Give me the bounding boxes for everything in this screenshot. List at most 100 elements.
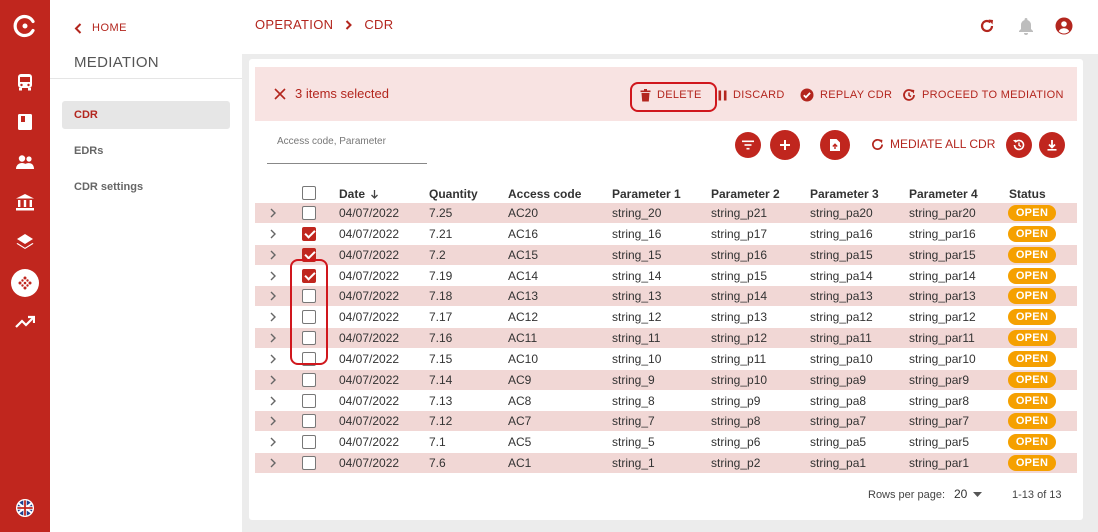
search-field[interactable] bbox=[267, 131, 427, 164]
rows-per-page-select[interactable]: 20 bbox=[954, 487, 983, 501]
table-row[interactable]: 04/07/2022 7.2 AC15 string_15 string_p16 stri… bbox=[255, 244, 1077, 266]
expand-chevron-icon[interactable] bbox=[268, 353, 278, 365]
sidebar-item-label: CDR bbox=[74, 109, 98, 121]
column-parameter-1[interactable]: Parameter 1 bbox=[612, 187, 681, 201]
table-row[interactable]: 04/07/2022 7.14 AC9 string_9 string_p10 strin… bbox=[255, 369, 1077, 391]
row-checkbox[interactable] bbox=[302, 393, 316, 408]
cell-parameter-1: string_13 bbox=[612, 289, 662, 304]
top-header: OPERATION CDR bbox=[242, 0, 1098, 54]
row-checkbox[interactable] bbox=[302, 226, 316, 241]
status-badge: OPEN bbox=[1008, 309, 1056, 326]
cell-parameter-2: string_p14 bbox=[711, 289, 768, 304]
expand-chevron-icon[interactable] bbox=[268, 395, 278, 407]
select-all-checkbox[interactable] bbox=[302, 186, 316, 200]
table-row[interactable]: 04/07/2022 7.12 AC7 string_7 string_p8 string… bbox=[255, 411, 1077, 433]
table-row[interactable]: 04/07/2022 7.25 AC20 string_20 string_p21 str… bbox=[255, 203, 1077, 224]
column-status[interactable]: Status bbox=[1009, 187, 1046, 201]
trending-up-icon[interactable] bbox=[0, 308, 50, 336]
cell-parameter-1: string_5 bbox=[612, 435, 655, 450]
language-flag-icon[interactable] bbox=[0, 494, 50, 522]
bank-icon[interactable] bbox=[0, 188, 50, 216]
table-row[interactable]: 04/07/2022 7.6 AC1 string_1 string_p2 string_… bbox=[255, 453, 1077, 474]
cell-date: 04/07/2022 bbox=[339, 435, 400, 450]
status-badge: OPEN bbox=[1008, 434, 1056, 451]
status-badge: OPEN bbox=[1008, 330, 1056, 347]
expand-chevron-icon[interactable] bbox=[268, 436, 278, 448]
expand-chevron-icon[interactable] bbox=[268, 249, 278, 261]
expand-chevron-icon[interactable] bbox=[268, 457, 278, 469]
expand-chevron-icon[interactable] bbox=[268, 374, 278, 386]
cell-parameter-2: string_p11 bbox=[711, 351, 767, 366]
row-checkbox[interactable] bbox=[302, 456, 316, 471]
table-row[interactable]: 04/07/2022 7.15 AC10 string_10 string_p11 str… bbox=[255, 348, 1077, 370]
download-button[interactable] bbox=[1039, 132, 1065, 158]
expand-chevron-icon[interactable] bbox=[268, 415, 278, 427]
column-parameter-3[interactable]: Parameter 3 bbox=[810, 187, 879, 201]
expand-chevron-icon[interactable] bbox=[268, 311, 278, 323]
rows-per-page-label: Rows per page: bbox=[868, 489, 946, 501]
check-circle-icon bbox=[800, 88, 814, 102]
table-row[interactable]: 04/07/2022 7.18 AC13 string_13 string_p14 str… bbox=[255, 286, 1077, 308]
expand-chevron-icon[interactable] bbox=[268, 270, 278, 282]
cell-parameter-1: string_14 bbox=[612, 268, 662, 283]
add-button[interactable] bbox=[770, 130, 800, 160]
sidebar-item-edrs[interactable]: EDRs bbox=[62, 137, 230, 165]
cell-access-code: AC13 bbox=[508, 289, 539, 304]
pagination-range: 1-13 of 13 bbox=[1012, 489, 1062, 501]
proceed-to-mediation-button[interactable]: PROCEED TO MEDIATION bbox=[902, 87, 1064, 103]
download-icon bbox=[1047, 140, 1057, 151]
column-date[interactable]: Date bbox=[339, 187, 379, 201]
discard-button[interactable]: DISCARD bbox=[718, 87, 785, 103]
home-label: HOME bbox=[92, 22, 127, 34]
row-checkbox[interactable] bbox=[302, 206, 316, 220]
refresh-icon[interactable] bbox=[977, 16, 997, 36]
row-checkbox[interactable] bbox=[302, 435, 316, 450]
breadcrumb-operation[interactable]: OPERATION bbox=[255, 17, 333, 32]
bell-icon[interactable] bbox=[1016, 16, 1036, 36]
mediation-icon[interactable] bbox=[0, 269, 50, 297]
sort-arrow-down-icon bbox=[371, 190, 378, 199]
column-access-code[interactable]: Access code bbox=[508, 187, 581, 201]
users-icon[interactable] bbox=[0, 148, 50, 176]
brand-logo-icon[interactable] bbox=[0, 12, 50, 40]
icon-rail bbox=[0, 0, 50, 532]
table-row[interactable]: 04/07/2022 7.21 AC16 string_16 string_p17 str… bbox=[255, 223, 1077, 245]
cell-parameter-3: string_pa14 bbox=[810, 268, 873, 283]
expand-chevron-icon[interactable] bbox=[268, 290, 278, 302]
cell-quantity: 7.19 bbox=[429, 268, 453, 283]
table-row[interactable]: 04/07/2022 7.1 AC5 string_5 string_p6 string_… bbox=[255, 432, 1077, 454]
upload-file-button[interactable] bbox=[820, 130, 850, 160]
book-icon[interactable] bbox=[0, 108, 50, 136]
cell-parameter-3: string_pa15 bbox=[810, 247, 873, 262]
rows-per-page-value: 20 bbox=[954, 487, 968, 501]
sidebar-item-cdr[interactable]: CDR bbox=[62, 101, 230, 129]
row-checkbox[interactable] bbox=[302, 372, 316, 387]
expand-chevron-icon[interactable] bbox=[268, 228, 278, 240]
close-icon[interactable] bbox=[273, 87, 287, 101]
account-icon[interactable] bbox=[1054, 16, 1074, 36]
cell-parameter-4: string_par15 bbox=[909, 247, 976, 262]
table-row[interactable]: 04/07/2022 7.19 AC14 string_14 string_p15 str… bbox=[255, 265, 1077, 287]
table-row[interactable]: 04/07/2022 7.13 AC8 string_8 string_p9 string… bbox=[255, 390, 1077, 412]
expand-chevron-icon[interactable] bbox=[268, 207, 278, 219]
layers-icon[interactable] bbox=[0, 228, 50, 256]
history-button[interactable] bbox=[1006, 132, 1032, 158]
filter-button[interactable] bbox=[735, 132, 761, 158]
column-parameter-4[interactable]: Parameter 4 bbox=[909, 187, 978, 201]
table-row[interactable]: 04/07/2022 7.17 AC12 string_12 string_p13 str… bbox=[255, 307, 1077, 329]
column-quantity[interactable]: Quantity bbox=[429, 187, 478, 201]
chevron-right-icon bbox=[346, 19, 353, 30]
replay-cdr-button[interactable]: REPLAY CDR bbox=[800, 87, 892, 103]
column-parameter-2[interactable]: Parameter 2 bbox=[711, 187, 780, 201]
sidebar-item-cdr-settings[interactable]: CDR settings bbox=[62, 173, 230, 201]
home-link[interactable]: HOME bbox=[74, 22, 127, 34]
search-input[interactable] bbox=[267, 133, 427, 150]
expand-chevron-icon[interactable] bbox=[268, 332, 278, 344]
bus-icon[interactable] bbox=[0, 68, 50, 96]
sidebar-item-label: EDRs bbox=[74, 145, 104, 157]
mediate-all-cdr-button[interactable]: MEDIATE ALL CDR bbox=[871, 137, 995, 151]
sidebar-item-label: CDR settings bbox=[74, 181, 144, 193]
table-row[interactable]: 04/07/2022 7.16 AC11 string_11 string_p12 str… bbox=[255, 328, 1077, 349]
cell-access-code: AC16 bbox=[508, 226, 539, 241]
row-checkbox[interactable] bbox=[302, 414, 316, 429]
